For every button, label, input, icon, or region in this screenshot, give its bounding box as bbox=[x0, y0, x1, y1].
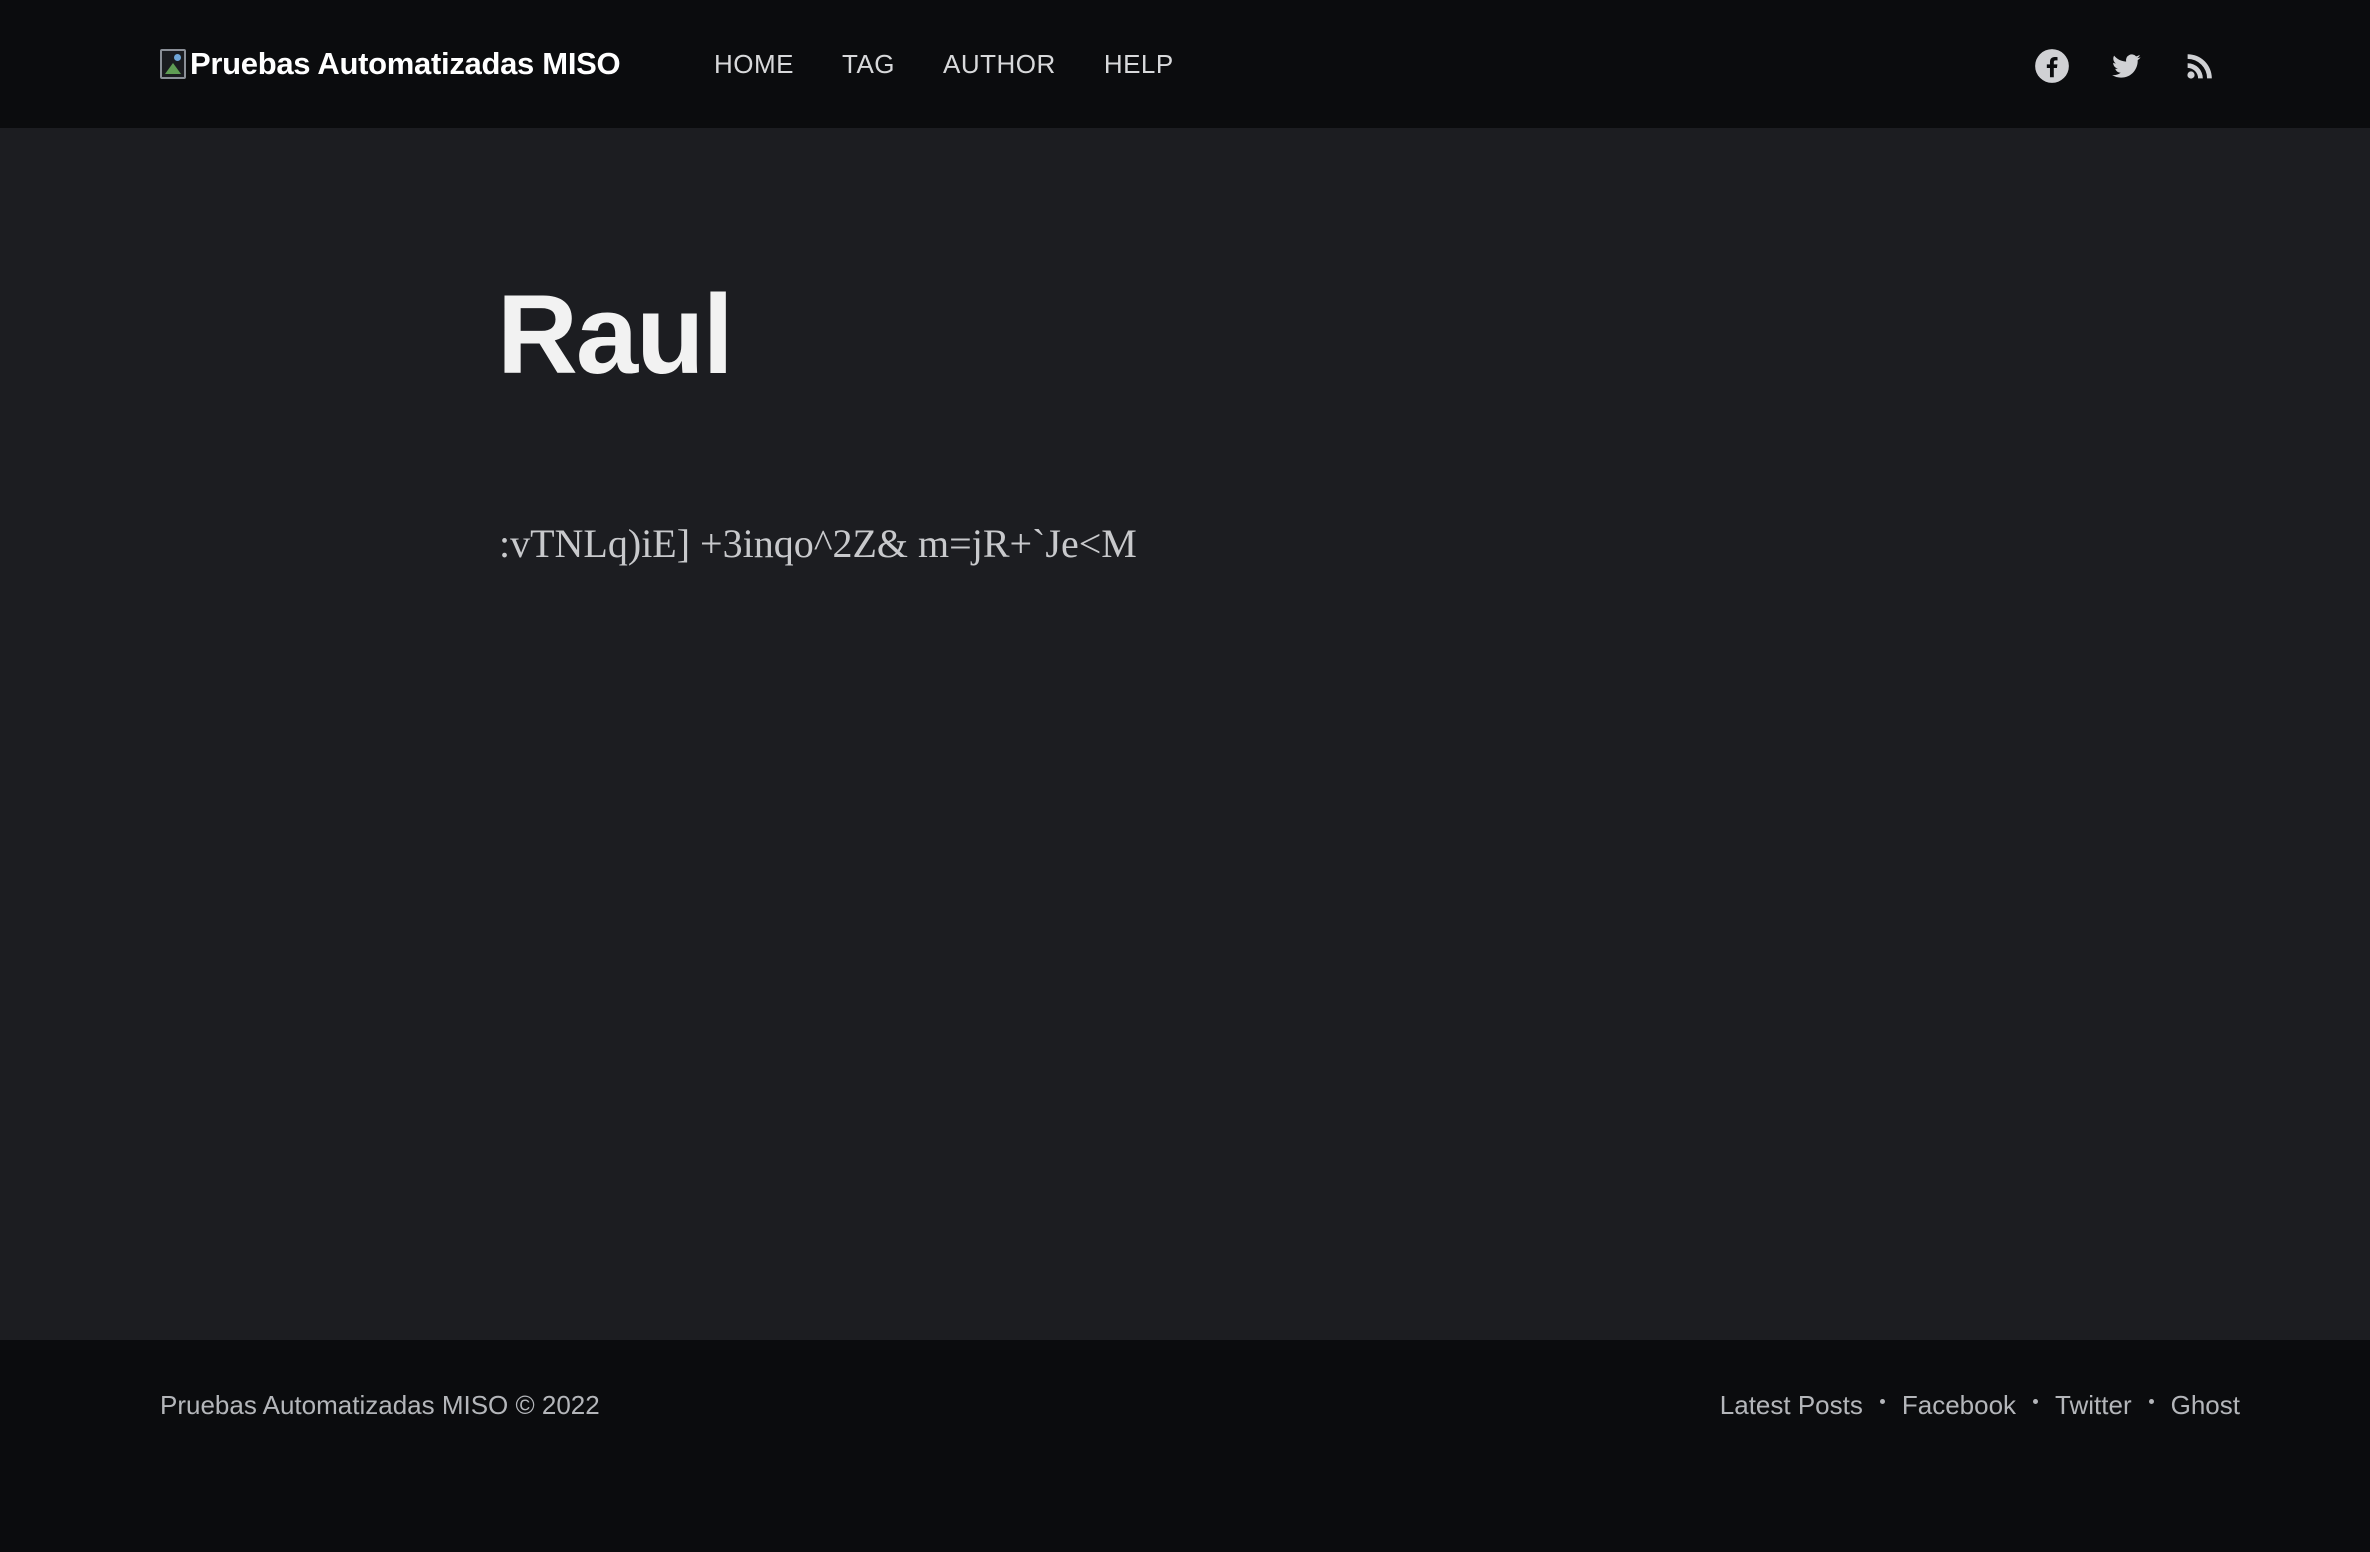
nav-author[interactable]: AUTHOR bbox=[943, 49, 1056, 80]
facebook-icon bbox=[2035, 49, 2069, 83]
separator-dot bbox=[1879, 1399, 1885, 1404]
copyright-text: Pruebas Automatizadas MISO © 2022 bbox=[160, 1390, 600, 1420]
rss-link[interactable] bbox=[2182, 48, 2218, 84]
nav-tag[interactable]: TAG bbox=[842, 49, 895, 80]
facebook-link[interactable] bbox=[2034, 48, 2070, 84]
author-name: Raul bbox=[497, 272, 734, 397]
social-links bbox=[2034, 46, 2218, 86]
broken-image-icon bbox=[160, 49, 186, 79]
separator-dot bbox=[2148, 1399, 2154, 1404]
main-nav: HOME TAG AUTHOR HELP bbox=[714, 44, 1174, 84]
site-title: Pruebas Automatizadas MISO bbox=[190, 46, 621, 81]
page: Pruebas Automatizadas MISO HOME TAG AUTH… bbox=[0, 0, 2370, 1552]
author-bio: :vTNLq)iE] +3inqo^2Z& m=jR+`Je<M bbox=[499, 521, 1137, 566]
twitter-link[interactable] bbox=[2108, 48, 2144, 84]
nav-help[interactable]: HELP bbox=[1104, 49, 1174, 80]
nav-home[interactable]: HOME bbox=[714, 49, 794, 80]
footer-link-ghost[interactable]: Ghost bbox=[2171, 1390, 2240, 1421]
site-header: Pruebas Automatizadas MISO HOME TAG AUTH… bbox=[0, 0, 2370, 128]
twitter-icon bbox=[2112, 54, 2141, 78]
footer-link-facebook[interactable]: Facebook bbox=[1902, 1390, 2016, 1421]
site-logo-link[interactable]: Pruebas Automatizadas MISO bbox=[160, 40, 621, 88]
site-footer: Pruebas Automatizadas MISO © 2022 Latest… bbox=[0, 1340, 2370, 1552]
footer-link-latest-posts[interactable]: Latest Posts bbox=[1720, 1390, 1863, 1421]
footer-nav: Latest Posts Facebook Twitter Ghost bbox=[1720, 1390, 2240, 1421]
footer-link-twitter[interactable]: Twitter bbox=[2055, 1390, 2132, 1421]
separator-dot bbox=[2033, 1399, 2039, 1404]
rss-icon bbox=[2187, 54, 2212, 79]
